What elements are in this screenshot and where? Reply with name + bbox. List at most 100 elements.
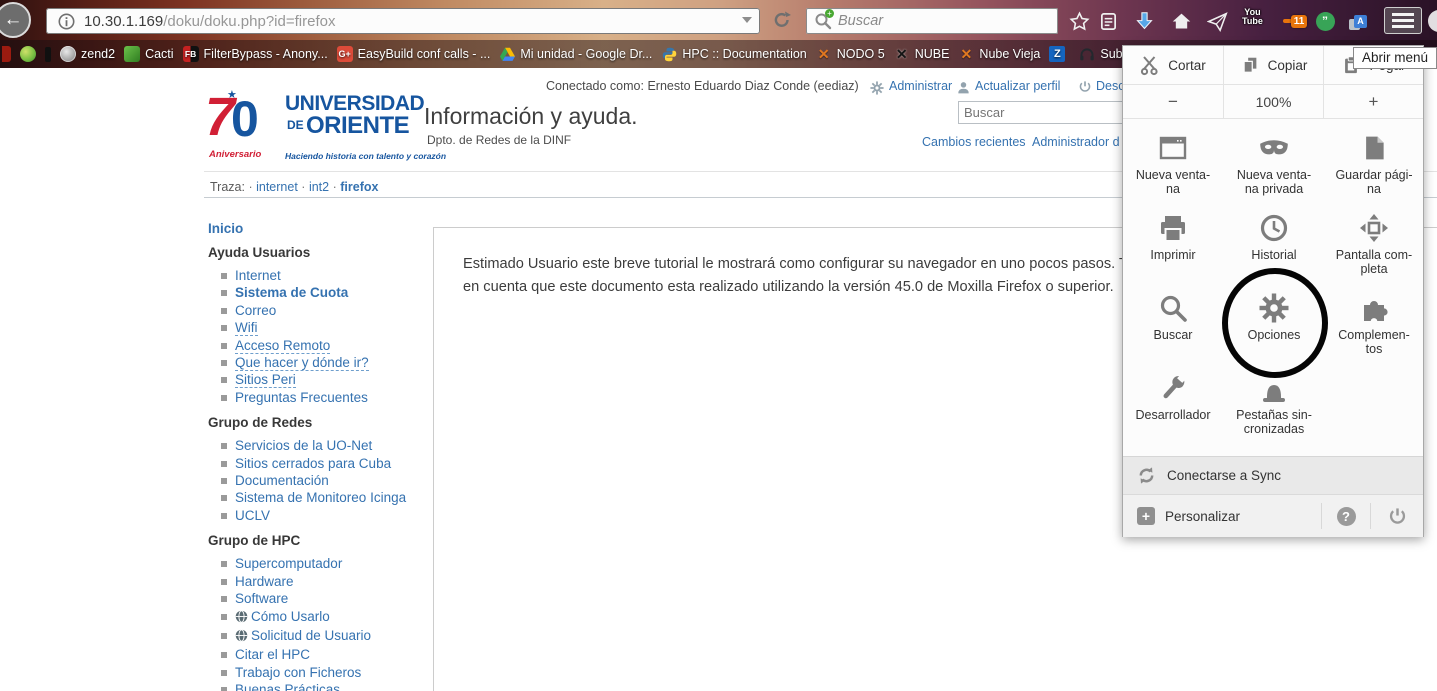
search-icon: [1123, 282, 1223, 324]
sidebar-item[interactable]: Sistema de Monitoreo Icinga: [221, 489, 436, 506]
sidebar-item[interactable]: Acceso Remoto: [221, 337, 436, 354]
recent-changes-link[interactable]: Cambios recientes: [922, 135, 1026, 149]
sidebar-item[interactable]: Trabajo con Ficheros: [221, 664, 436, 681]
menu-button-tooltip: Abrir menú: [1353, 47, 1437, 69]
breadcrumb-internet[interactable]: internet: [256, 180, 298, 194]
new-window-button[interactable]: Nueva venta-na: [1123, 122, 1223, 202]
browser-search-bar[interactable]: + Buscar: [806, 8, 1058, 34]
sidebar-heading: Ayuda Usuarios: [208, 245, 436, 260]
url-bar[interactable]: 10.30.1.169/doku/doku.php?id=firefox: [46, 8, 760, 34]
clipped-bookmark-icon[interactable]: [2, 46, 11, 62]
menu-button[interactable]: [1384, 7, 1422, 34]
sidebar-item[interactable]: Supercomputador: [221, 555, 436, 572]
sidebar-item[interactable]: Sitios cerrados para Cuba: [221, 455, 436, 472]
sidebar-item[interactable]: Software: [221, 590, 436, 607]
save-page-icon: [1324, 122, 1424, 164]
breadcrumb-int2[interactable]: int2: [309, 180, 329, 194]
green-ball-bookmark-icon[interactable]: [20, 46, 36, 62]
developer-button[interactable]: Desarrollador: [1123, 362, 1223, 442]
new-window-icon: [1123, 122, 1223, 164]
z-favicon: Z: [1049, 46, 1065, 62]
copy-button[interactable]: Copiar: [1223, 46, 1323, 84]
search-engine-icon[interactable]: +: [814, 12, 832, 30]
download-icon[interactable]: [1133, 10, 1155, 32]
quotes-extension-icon[interactable]: ”: [1314, 10, 1336, 32]
zoom-in-button[interactable]: +: [1323, 85, 1423, 118]
sidebar-item[interactable]: Internet: [221, 267, 436, 284]
sidebar-item[interactable]: Buenas Prácticas: [221, 681, 436, 691]
bookmark-item[interactable]: G+EasyBuild conf calls - ...: [337, 46, 491, 62]
search-add-badge: +: [825, 9, 834, 18]
bookmark-item[interactable]: Z: [1049, 46, 1070, 62]
customize-button[interactable]: Personalizar: [1165, 509, 1240, 524]
new-private-window-button[interactable]: Nueva venta-na privada: [1224, 122, 1324, 202]
sidebar-item[interactable]: Sistema de Cuota: [221, 284, 436, 301]
bookmark-item[interactable]: zend2: [60, 46, 115, 62]
sidebar-item[interactable]: Sitios Peri: [221, 371, 436, 388]
breadcrumb-firefox[interactable]: firefox: [340, 180, 378, 194]
cut-button[interactable]: Cortar: [1123, 46, 1223, 84]
options-gear-icon: [1224, 282, 1324, 324]
sidebar: Inicio Ayuda Usuarios Internet Sistema d…: [208, 221, 436, 691]
scissors-icon: [1140, 54, 1160, 76]
zoom-level[interactable]: 100%: [1223, 85, 1323, 118]
home-icon[interactable]: [1170, 10, 1192, 32]
translate-icon[interactable]: A: [1347, 10, 1369, 32]
python-favicon: [661, 46, 677, 62]
bookmark-item[interactable]: Cacti: [124, 46, 173, 62]
admin-pages-link[interactable]: Administrador d: [1032, 135, 1120, 149]
wiki-search-input[interactable]: [958, 101, 1134, 124]
session-manager-icon[interactable]: 11: [1278, 10, 1312, 32]
send-tab-icon[interactable]: [1206, 10, 1228, 32]
bookmark-item[interactable]: HPC :: Documentation: [661, 46, 806, 62]
logout-link[interactable]: Desc: [1096, 79, 1124, 93]
admin-link[interactable]: Administrar: [889, 79, 952, 93]
bookmark-item[interactable]: FBFilterBypass - Anony...: [183, 46, 328, 62]
save-page-button[interactable]: Guardar pági-na: [1324, 122, 1424, 202]
bookmark-item[interactable]: ✕NODO 5: [816, 46, 885, 62]
clipped-toolbar-button[interactable]: [1428, 10, 1437, 32]
sidebar-item-inicio[interactable]: Inicio: [208, 221, 436, 236]
pin-bookmark-icon[interactable]: [45, 47, 51, 62]
browser-search-placeholder: Buscar: [838, 13, 883, 29]
sidebar-item[interactable]: Wifi: [221, 319, 436, 336]
sidebar-item[interactable]: Que hacer y dónde ir?: [221, 354, 436, 371]
bookmarks-panel-icon[interactable]: [1097, 10, 1119, 32]
sidebar-heading: Grupo de Redes: [208, 415, 436, 430]
fullscreen-button[interactable]: Pantalla com-pleta: [1324, 202, 1424, 282]
university-logo: 7 0 ★ UNIVERSIDAD DE ORIENTE Aniversario…: [205, 92, 420, 162]
bookmark-item[interactable]: ✕NUBE: [894, 46, 950, 62]
find-button[interactable]: Buscar: [1123, 282, 1223, 362]
sidebar-item[interactable]: Documentación: [221, 472, 436, 489]
back-button[interactable]: ←: [0, 2, 31, 38]
quit-button[interactable]: [1371, 507, 1423, 526]
sync-signin-row[interactable]: Conectarse a Sync: [1123, 456, 1423, 494]
options-button[interactable]: Opciones: [1224, 282, 1324, 362]
history-button[interactable]: Historial: [1224, 202, 1324, 282]
sidebar-item[interactable]: Citar el HPC: [221, 646, 436, 663]
bookmark-item[interactable]: ✕Nube Vieja: [958, 46, 1040, 62]
sidebar-item[interactable]: UCLV: [221, 507, 436, 524]
zoom-out-button[interactable]: −: [1123, 85, 1223, 118]
reload-icon[interactable]: [772, 10, 792, 35]
sidebar-item[interactable]: Correo: [221, 302, 436, 319]
update-profile-link[interactable]: Actualizar perfil: [975, 79, 1060, 93]
logo-slogan: Haciendo historia con talento y corazón: [285, 151, 446, 161]
urlbar-dropdown-arrow[interactable]: [742, 17, 752, 23]
bookmark-star-icon[interactable]: [1068, 10, 1090, 32]
sidebar-item[interactable]: Servicios de la UO-Net: [221, 437, 436, 454]
x-favicon: ✕: [894, 46, 910, 62]
customize-icon: +: [1137, 507, 1155, 525]
sidebar-item[interactable]: Solicitud de Usuario: [221, 627, 436, 646]
site-info-icon[interactable]: [58, 13, 75, 30]
youtube-icon[interactable]: You Tube: [1242, 8, 1263, 26]
sidebar-item[interactable]: Preguntas Frecuentes: [221, 389, 436, 406]
print-button[interactable]: Imprimir: [1123, 202, 1223, 282]
bookmark-item[interactable]: Mi unidad - Google Dr...: [499, 46, 652, 62]
help-button[interactable]: ?: [1322, 507, 1370, 526]
privacy-mask-icon: [1224, 122, 1324, 164]
addons-button[interactable]: Complemen-tos: [1324, 282, 1424, 362]
sidebar-item[interactable]: Hardware: [221, 573, 436, 590]
synced-tabs-button[interactable]: Pestañas sin-cronizadas: [1224, 362, 1324, 442]
sidebar-item[interactable]: Cómo Usarlo: [221, 608, 436, 627]
